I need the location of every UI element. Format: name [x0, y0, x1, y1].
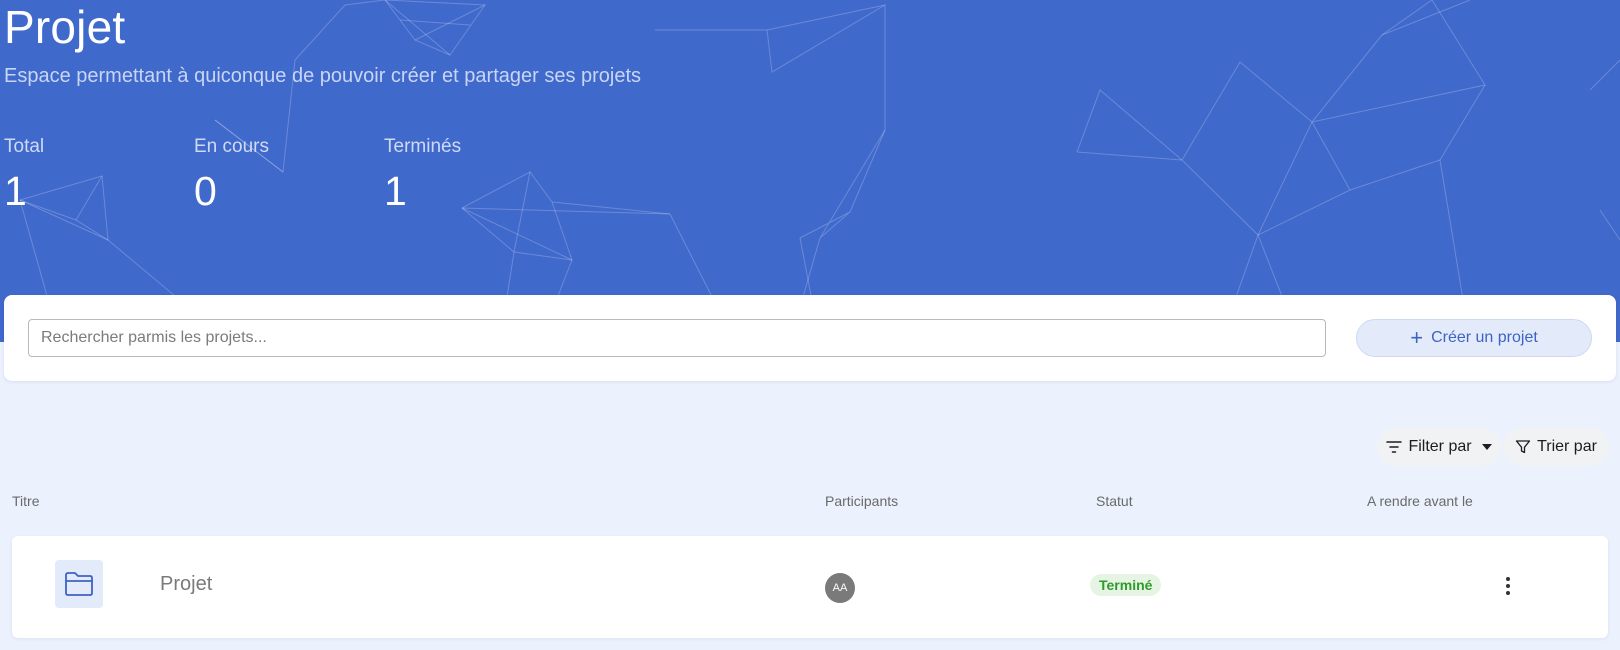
more-vertical-icon[interactable]	[1496, 574, 1520, 598]
search-input[interactable]	[28, 319, 1326, 357]
search-card: + Créer un projet	[4, 295, 1616, 381]
page-title: Projet	[4, 1, 126, 53]
hero-banner: Projet Espace permettant à quiconque de …	[0, 0, 1620, 342]
column-header-title[interactable]: Titre	[12, 492, 39, 510]
stat-in-progress-value: 0	[194, 168, 217, 214]
stat-total-label: Total	[4, 136, 45, 157]
caret-down-icon	[1481, 444, 1492, 450]
stat-total: Total 1	[4, 135, 184, 217]
column-header-status[interactable]: Statut	[1096, 492, 1133, 510]
avatar[interactable]: AA	[825, 573, 855, 603]
filter-label: Filter par	[1408, 438, 1472, 455]
filter-lines-icon	[1386, 441, 1403, 453]
create-project-button[interactable]: + Créer un projet	[1356, 319, 1592, 357]
column-header-participants[interactable]: Participants	[825, 492, 898, 510]
funnel-icon	[1515, 440, 1531, 454]
sort-button[interactable]: Trier par	[1503, 428, 1609, 466]
plus-icon: +	[1410, 325, 1424, 350]
filter-button[interactable]: Filter par	[1377, 428, 1501, 466]
project-title[interactable]: Projet	[160, 572, 212, 596]
stat-completed-value: 1	[384, 168, 407, 214]
sort-label: Trier par	[1537, 438, 1597, 455]
project-thumbnail	[55, 560, 103, 608]
folder-icon	[65, 572, 93, 596]
table-row[interactable]: Projet AA Terminé	[12, 536, 1608, 638]
stat-completed: Terminés 1	[384, 135, 564, 217]
stat-completed-label: Terminés	[384, 136, 462, 157]
stat-total-value: 1	[4, 168, 27, 214]
stat-in-progress-label: En cours	[194, 136, 269, 157]
create-project-label: Créer un projet	[1431, 329, 1538, 346]
column-header-due-date[interactable]: A rendre avant le	[1367, 492, 1473, 510]
stat-in-progress: En cours 0	[194, 135, 374, 217]
status-badge: Terminé	[1090, 574, 1162, 596]
page-subtitle: Espace permettant à quiconque de pouvoir…	[4, 65, 642, 87]
